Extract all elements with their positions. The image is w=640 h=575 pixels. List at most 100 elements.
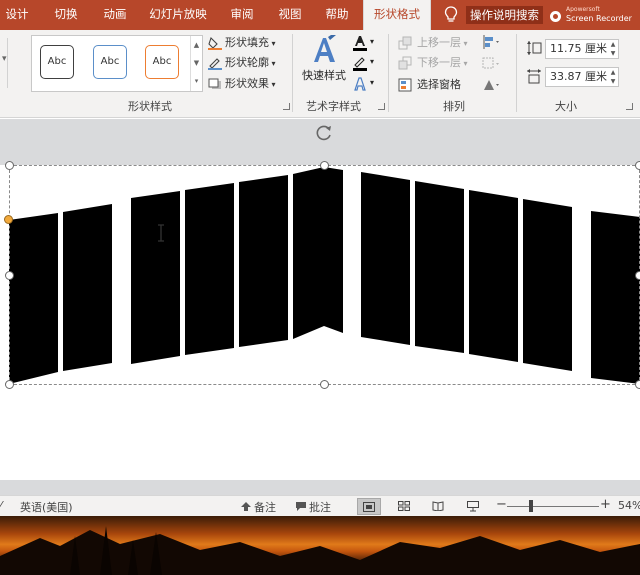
slide-sorter-button[interactable] [393, 498, 417, 515]
chevron-down-icon[interactable]: ▾ [2, 54, 7, 64]
resize-handle-bottom-left[interactable] [5, 380, 14, 389]
resize-handle-top[interactable] [320, 161, 329, 170]
sunset-landscape-image [0, 526, 640, 575]
tab-review[interactable]: 审阅 [222, 0, 262, 30]
text-effects-icon [354, 77, 366, 91]
spell-check-icon[interactable]: ⁄ [0, 499, 2, 512]
scroll-up-icon[interactable]: ▲ [191, 36, 202, 54]
shape-outline-button[interactable]: 形状轮廓 ▾ [208, 53, 284, 73]
shape-style-preset[interactable]: Abc [145, 45, 179, 79]
shape-fill-label: 形状填充 [225, 36, 269, 49]
dialog-launcher-icon[interactable] [378, 103, 385, 110]
group-divider [292, 34, 293, 112]
scroll-down-icon[interactable]: ▼ [191, 54, 202, 72]
text-fill-icon [353, 36, 367, 51]
notes-icon [241, 502, 251, 511]
ribbon-tab-bar: 设计 切换 动画 幻灯片放映 审阅 视图 帮助 形状格式 操作说明搜索 Apow… [0, 0, 640, 31]
selection-pane-icon [398, 78, 412, 92]
tell-me-search[interactable]: 操作说明搜索 [466, 6, 543, 24]
gallery-more-icon[interactable]: ▾ [191, 72, 202, 90]
shape-style-preset[interactable]: Abc [40, 45, 74, 79]
send-backward-icon [398, 56, 412, 70]
group-label-size: 大小 [555, 100, 577, 113]
selection-pane-button[interactable]: 选择窗格 [398, 75, 476, 95]
language-indicator[interactable]: 英语(美国) [20, 499, 73, 515]
resize-handle-bottom-right[interactable] [635, 380, 640, 389]
reading-view-button[interactable] [427, 498, 451, 515]
bring-forward-icon [398, 36, 412, 50]
wordart-a-icon [314, 35, 336, 62]
comments-icon [296, 502, 306, 511]
resize-handle-top-left[interactable] [5, 161, 14, 170]
lightbulb-icon[interactable] [444, 6, 458, 24]
tab-animations[interactable]: 动画 [95, 0, 135, 30]
rotate-objects-icon[interactable] [482, 78, 502, 92]
send-backward-button[interactable]: 下移一层 ▾ [398, 53, 476, 73]
slide-sorter-icon [398, 501, 410, 511]
reading-view-icon [432, 501, 444, 511]
text-cursor-icon [158, 224, 164, 242]
text-fill-button[interactable]: ▾ [352, 35, 378, 51]
resize-handle-left[interactable] [5, 271, 14, 280]
shape-fill-button[interactable]: 形状填充 ▾ [208, 33, 284, 53]
screen-recorder-badge: Apowersoft Screen Recorder [548, 5, 640, 27]
bring-forward-label: 上移一层 [417, 36, 461, 49]
text-outline-icon [353, 57, 367, 71]
zoom-out-button[interactable]: − [496, 497, 507, 512]
shape-style-gallery[interactable]: Abc Abc Abc ▲ ▼ ▾ [31, 35, 203, 92]
resize-handle-right[interactable] [635, 271, 640, 280]
tab-design[interactable]: 设计 [0, 0, 34, 30]
notes-button[interactable]: 备注 [254, 499, 276, 515]
recorder-name: Screen Recorder [566, 14, 632, 23]
dialog-launcher-icon[interactable] [626, 103, 633, 110]
tab-shape-format[interactable]: 形状格式 [363, 0, 431, 31]
selection-pane-label: 选择窗格 [417, 78, 461, 91]
paint-bucket-icon [208, 36, 222, 50]
normal-view-icon [363, 502, 375, 512]
slideshow-icon [467, 501, 479, 512]
shape-effects-button[interactable]: 形状效果 ▾ [208, 74, 284, 94]
status-bar: ⁄ 英语(美国) 备注 批注 − + 54% [0, 495, 640, 516]
comments-button[interactable]: 批注 [309, 499, 331, 515]
zoom-level[interactable]: 54% [618, 499, 640, 512]
shape-height-value: 11.75 厘米 [550, 42, 607, 55]
gallery-scroll[interactable]: ▲ ▼ ▾ [190, 36, 202, 91]
shape-height-field[interactable]: 11.75 厘米 ▲ ▼ [545, 39, 619, 59]
selection-bounding-box [9, 165, 640, 385]
text-outline-button[interactable]: ▾ [352, 55, 378, 71]
zoom-slider-thumb[interactable] [529, 500, 533, 512]
resize-handle-top-right[interactable] [635, 161, 640, 170]
resize-handle-bottom[interactable] [320, 380, 329, 389]
recorder-brand: Apowersoft [566, 6, 600, 13]
tab-view[interactable]: 视图 [270, 0, 310, 30]
dialog-launcher-icon[interactable] [283, 103, 290, 110]
shape-style-preset[interactable]: Abc [93, 45, 127, 79]
rotate-handle-icon[interactable] [314, 123, 334, 143]
shape-width-field[interactable]: 33.87 厘米 ▲ ▼ [545, 67, 619, 87]
tab-slideshow[interactable]: 幻灯片放映 [143, 0, 213, 30]
zoom-slider[interactable] [507, 506, 599, 507]
bring-forward-button[interactable]: 上移一层 ▾ [398, 33, 476, 53]
quick-styles-label: 快速样式 [302, 69, 346, 82]
normal-view-button[interactable] [357, 498, 381, 515]
slideshow-view-button[interactable] [462, 498, 486, 515]
group-label-shape-styles: 形状样式 [128, 100, 172, 113]
pencil-icon [208, 58, 222, 70]
width-spinner[interactable]: ▲ ▼ [608, 68, 618, 86]
group-label-wordart: 艺术字样式 [306, 100, 361, 113]
height-spinner[interactable]: ▲ ▼ [608, 40, 618, 58]
adjustment-handle[interactable] [4, 215, 13, 224]
tab-help[interactable]: 帮助 [317, 0, 357, 30]
tab-transitions[interactable]: 切换 [46, 0, 86, 30]
quick-styles-button[interactable]: 快速样式 [298, 33, 350, 89]
text-effects-button[interactable]: ▾ [352, 76, 378, 92]
align-icon[interactable] [482, 35, 502, 49]
shape-outline-label: 形状轮廓 [225, 56, 269, 69]
group-objects-icon[interactable] [482, 57, 502, 71]
record-icon [550, 11, 561, 22]
zoom-in-button[interactable]: + [600, 497, 611, 512]
group-label-arrange: 排列 [443, 100, 465, 113]
send-backward-label: 下移一层 [417, 56, 461, 69]
shape-effects-label: 形状效果 [225, 77, 269, 90]
shape-width-icon [527, 69, 541, 84]
